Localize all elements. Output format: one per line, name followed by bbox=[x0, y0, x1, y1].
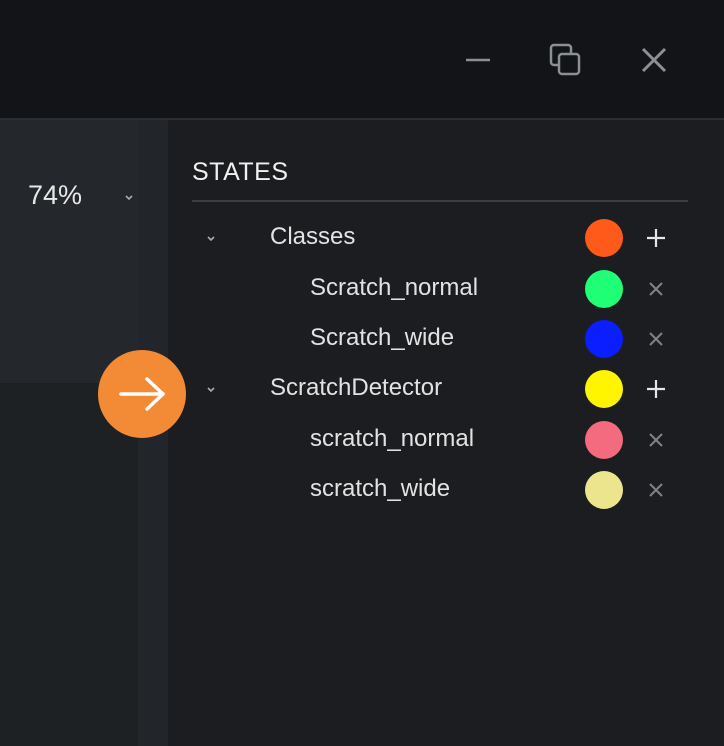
canvas-area bbox=[0, 383, 138, 746]
state-color-swatch[interactable] bbox=[585, 270, 623, 308]
close-icon bbox=[641, 47, 667, 73]
toolbar-panel bbox=[0, 120, 138, 383]
x-icon bbox=[649, 332, 663, 346]
zoom-level[interactable]: 74% bbox=[28, 180, 82, 211]
state-group-label: ScratchDetector bbox=[270, 374, 443, 401]
state-color-swatch[interactable] bbox=[585, 370, 623, 408]
x-icon bbox=[649, 282, 663, 296]
state-color-swatch[interactable] bbox=[585, 320, 623, 358]
state-row[interactable]: scratch_wide bbox=[168, 465, 712, 515]
remove-state-button[interactable] bbox=[642, 325, 670, 353]
state-group-row[interactable]: Classes bbox=[168, 213, 712, 263]
x-icon bbox=[649, 483, 663, 497]
state-label: scratch_wide bbox=[310, 475, 451, 502]
state-label: Scratch_normal bbox=[310, 274, 479, 301]
minimize-button[interactable] bbox=[456, 38, 500, 82]
group-collapse-toggle[interactable] bbox=[204, 231, 218, 249]
group-collapse-toggle[interactable] bbox=[204, 382, 218, 400]
states-divider bbox=[192, 200, 688, 202]
pointer-indicator bbox=[98, 350, 186, 438]
add-state-button[interactable] bbox=[642, 375, 670, 403]
state-color-swatch[interactable] bbox=[585, 219, 623, 257]
remove-state-button[interactable] bbox=[642, 426, 670, 454]
state-row[interactable]: Scratch_normal bbox=[168, 264, 712, 314]
close-button[interactable] bbox=[632, 38, 676, 82]
remove-state-button[interactable] bbox=[642, 476, 670, 504]
add-state-button[interactable] bbox=[642, 224, 670, 252]
state-row[interactable]: Scratch_wide bbox=[168, 314, 712, 364]
zoom-dropdown[interactable] bbox=[122, 190, 136, 208]
states-panel: STATES Classes Scratch_normal Scratch_wi… bbox=[168, 134, 712, 746]
chevron-down-icon bbox=[125, 195, 133, 201]
state-group-label: Classes bbox=[270, 223, 356, 250]
restore-icon bbox=[549, 43, 581, 76]
title-bar bbox=[0, 0, 724, 120]
state-row[interactable]: scratch_normal bbox=[168, 415, 712, 465]
chevron-down-icon bbox=[207, 387, 215, 393]
restore-button[interactable] bbox=[544, 38, 588, 82]
remove-state-button[interactable] bbox=[642, 275, 670, 303]
minimize-icon bbox=[466, 58, 490, 62]
state-color-swatch[interactable] bbox=[585, 421, 623, 459]
state-color-swatch[interactable] bbox=[585, 471, 623, 509]
plus-icon bbox=[647, 229, 665, 247]
x-icon bbox=[649, 433, 663, 447]
state-label: Scratch_wide bbox=[310, 324, 455, 351]
state-group-row[interactable]: ScratchDetector bbox=[168, 364, 712, 414]
chevron-down-icon bbox=[207, 236, 215, 242]
state-label: scratch_normal bbox=[310, 425, 475, 452]
states-title: STATES bbox=[192, 158, 289, 186]
arrow-right-icon bbox=[119, 377, 165, 411]
plus-icon bbox=[647, 380, 665, 398]
